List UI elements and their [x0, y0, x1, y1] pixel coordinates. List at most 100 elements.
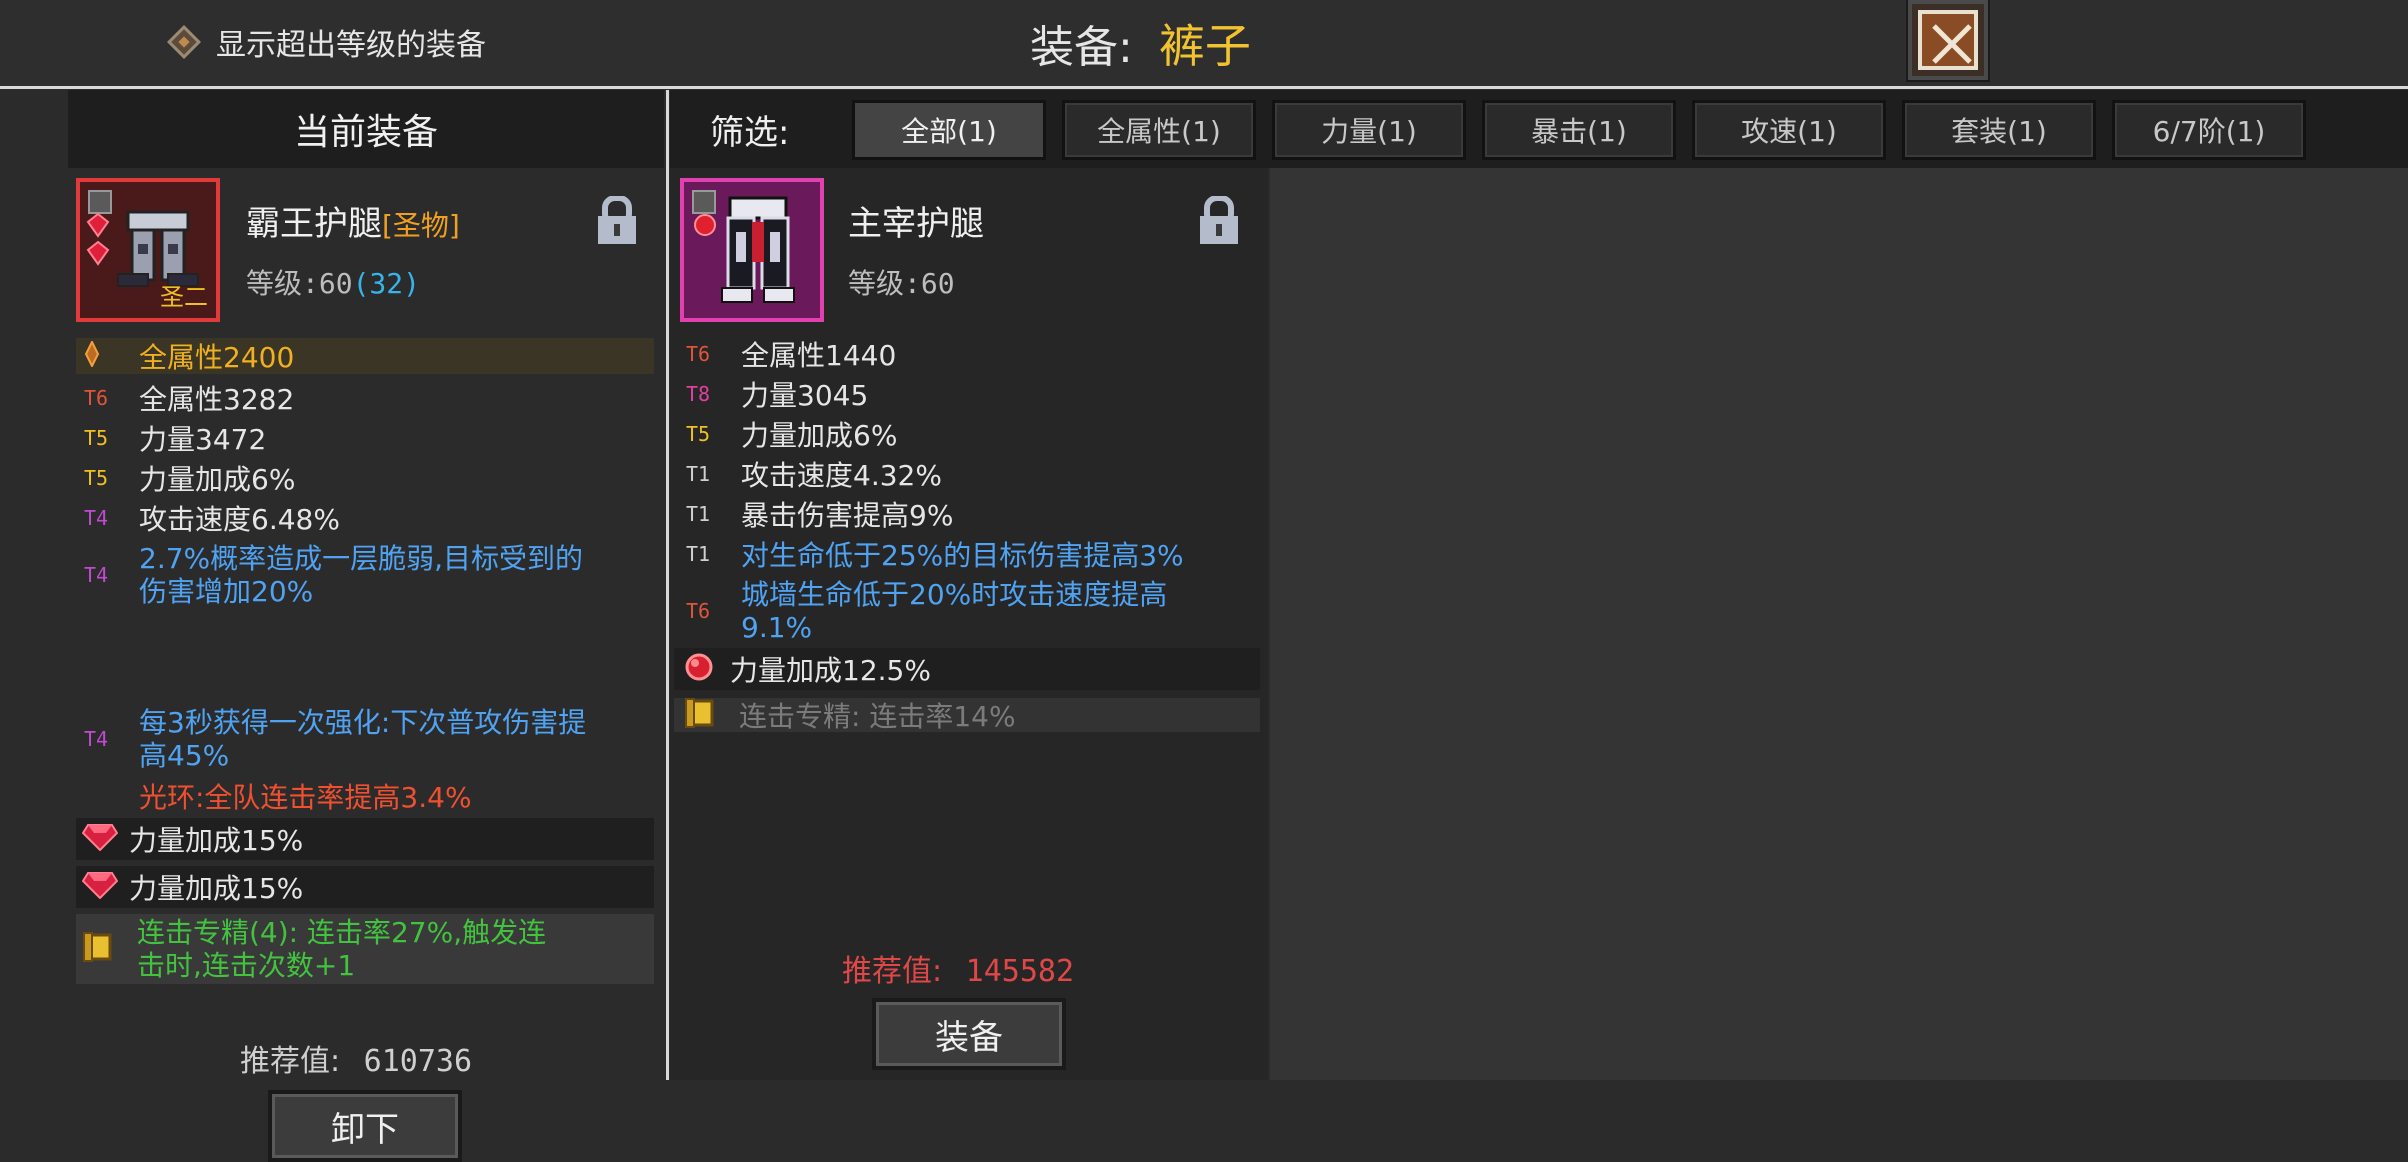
stat-text-line: 2.7%概率造成一层脆弱,目标受到的	[139, 542, 584, 575]
filter-tab-attack-speed[interactable]: 攻速(1)	[1692, 100, 1886, 160]
recommend-label: 推荐值:	[842, 954, 943, 989]
current-item-icon[interactable]: 圣二	[76, 178, 220, 322]
title-slot-name: 裤子	[1158, 19, 1251, 73]
set-bonus: 连击专精(4): 连击率27%,触发连 击时,连击次数+1	[82, 914, 652, 984]
candidate-item-level: 等级:60	[848, 267, 955, 300]
stat-text-line: 城墙生命低于20%时攻击速度提高	[741, 578, 1168, 611]
close-button-face[interactable]	[1918, 10, 1978, 70]
filter-tab-tier-6-7[interactable]: 6/7阶(1)	[2112, 100, 2306, 160]
filter-tab-all[interactable]: 全部(1)	[852, 100, 1046, 160]
stat-text-line: 9.1%	[741, 611, 813, 644]
filter-tab-set[interactable]: 套装(1)	[1902, 100, 2096, 160]
stat-tier: T6	[686, 599, 711, 623]
stat-tier: T1	[686, 542, 711, 566]
stat-tier: T4	[84, 563, 109, 587]
current-equipment-panel: 当前装备 圣二 霸王护腿[圣物] 等级:60(32) 全属性2400 T6 全属…	[68, 90, 664, 1162]
candidate-stat-3: T1 攻击速度4.32%	[686, 456, 942, 492]
stat-tier: T4	[84, 506, 109, 530]
stat-tier: T4	[84, 727, 109, 751]
stat-text: 攻击速度4.32%	[741, 459, 942, 492]
stat-text: 对生命低于25%的目标伤害提高3%	[741, 539, 1184, 572]
stat-text: 力量加成6%	[741, 419, 898, 452]
filter-tab-all-attributes[interactable]: 全属性(1)	[1062, 100, 1256, 160]
stat-text: 城墙生命低于20%时攻击速度提高 9.1%	[741, 578, 1167, 644]
candidate-stat-4: T1 暴击伤害提高9%	[686, 496, 953, 532]
current-equipment-header: 当前装备	[68, 90, 664, 168]
current-item-name: 霸王护腿[圣物]	[246, 196, 460, 245]
candidate-item-panel[interactable]: 主宰护腿 等级:60 T6 全属性1440 T8 力量3045 T5 力量加成6…	[670, 168, 1268, 1080]
current-stat-main: 全属性2400	[84, 338, 294, 374]
diamond-checkbox-icon[interactable]	[167, 25, 201, 59]
stat-text: 力量3472	[139, 423, 267, 456]
candidate-gem-stat: 力量加成12.5%	[684, 651, 931, 687]
recommend-number: 610736	[363, 1044, 473, 1079]
stat-text: 每3秒获得一次强化:下次普攻伤害提 高45%	[139, 706, 586, 772]
current-item-level-extra: (32)	[352, 267, 421, 300]
scroll-icon	[684, 697, 739, 734]
title-prefix: 装备:	[1030, 22, 1133, 73]
stat-text: 全属性3282	[139, 383, 295, 416]
equip-button[interactable]: 装备	[872, 998, 1066, 1070]
scroll-icon	[82, 931, 137, 968]
stat-text-line: 高45%	[139, 739, 230, 772]
unequip-button[interactable]: 卸下	[268, 1090, 462, 1162]
candidate-set-bonus: 连击专精: 连击率14%	[684, 697, 1016, 734]
current-aura-stat: 光环:全队连击率提高3.4%	[84, 778, 472, 814]
stat-text: 2.7%概率造成一层脆弱,目标受到的 伤害增加20%	[139, 542, 583, 608]
candidate-stat-6: T6 城墙生命低于20%时攻击速度提高 9.1%	[686, 576, 1256, 646]
current-stat-2: T5 力量3472	[84, 420, 266, 456]
stat-text: 全属性1440	[741, 339, 897, 372]
stat-tier: T5	[84, 426, 109, 450]
current-stat-3: T5 力量加成6%	[84, 460, 295, 496]
show-over-level-toggle[interactable]: 显示超出等级的装备	[166, 20, 486, 64]
filter-tab-strength[interactable]: 力量(1)	[1272, 100, 1466, 160]
item-list-empty-area	[1270, 168, 2408, 1080]
candidate-stat-1: T8 力量3045	[686, 376, 868, 412]
current-stat-6: T4 每3秒获得一次强化:下次普攻伤害提 高45%	[84, 704, 654, 774]
stat-text: 力量3045	[741, 379, 869, 412]
gem-text: 力量加成15%	[129, 872, 304, 905]
top-bar: 显示超出等级的装备 装备: 裤子	[0, 0, 2408, 89]
lock-icon[interactable]	[596, 196, 638, 246]
gem-stat-2: 力量加成15%	[81, 869, 304, 905]
lock-icon[interactable]	[1198, 196, 1240, 246]
stat-text: 力量加成6%	[139, 463, 296, 496]
stat-tier: T1	[686, 462, 711, 486]
current-item-quality: [圣物]	[382, 209, 460, 242]
stat-text: 全属性2400	[139, 341, 295, 374]
recommend-number: 145582	[965, 954, 1075, 989]
stat-tier: T5	[686, 422, 711, 446]
filter-bar: 筛选: 全部(1) 全属性(1) 力量(1) 暴击(1) 攻速(1) 套装(1)…	[670, 90, 2408, 168]
stat-tier: T5	[84, 466, 109, 490]
current-item-level: 等级:60(32)	[246, 262, 420, 302]
current-item-level-text: 等级:60	[246, 267, 353, 300]
current-stat-4: T4 攻击速度6.48%	[84, 500, 340, 536]
main-stat-icon	[84, 339, 139, 372]
stat-text: 暴击伤害提高9%	[741, 499, 954, 532]
stat-text-line: 每3秒获得一次强化:下次普攻伤害提	[139, 706, 587, 739]
set-bonus-line: 连击专精(4): 连击率27%,触发连	[137, 916, 547, 949]
socket-gem-icons	[86, 212, 110, 266]
candidate-recommend-value: 推荐值: 145582	[842, 946, 1074, 990]
current-item-name-text: 霸王护腿	[246, 204, 382, 244]
filter-label: 筛选:	[710, 112, 790, 153]
current-recommend-value: 推荐值: 610736	[240, 1036, 472, 1080]
filter-tab-crit[interactable]: 暴击(1)	[1482, 100, 1676, 160]
close-x-icon[interactable]	[1930, 22, 1974, 66]
gem-stat-1: 力量加成15%	[81, 821, 304, 857]
gem-text: 力量加成15%	[129, 824, 304, 857]
set-bonus-text: 连击专精: 连击率14%	[739, 700, 1016, 733]
current-stat-1: T6 全属性3282	[84, 380, 294, 416]
stat-text: 攻击速度6.48%	[139, 503, 340, 536]
stat-text-line: 伤害增加20%	[139, 575, 314, 608]
candidate-stat-0: T6 全属性1440	[686, 336, 896, 372]
stat-tier: T8	[686, 382, 711, 406]
red-orb-gem-icon	[684, 652, 730, 687]
candidate-item-icon[interactable]	[680, 178, 824, 322]
stat-tier: T6	[686, 342, 711, 366]
stat-tier: T1	[686, 502, 711, 526]
candidate-item-name: 主宰护腿	[848, 204, 984, 244]
panel-divider	[666, 90, 669, 1080]
close-button[interactable]	[1906, 0, 1990, 82]
candidate-stat-2: T5 力量加成6%	[686, 416, 897, 452]
